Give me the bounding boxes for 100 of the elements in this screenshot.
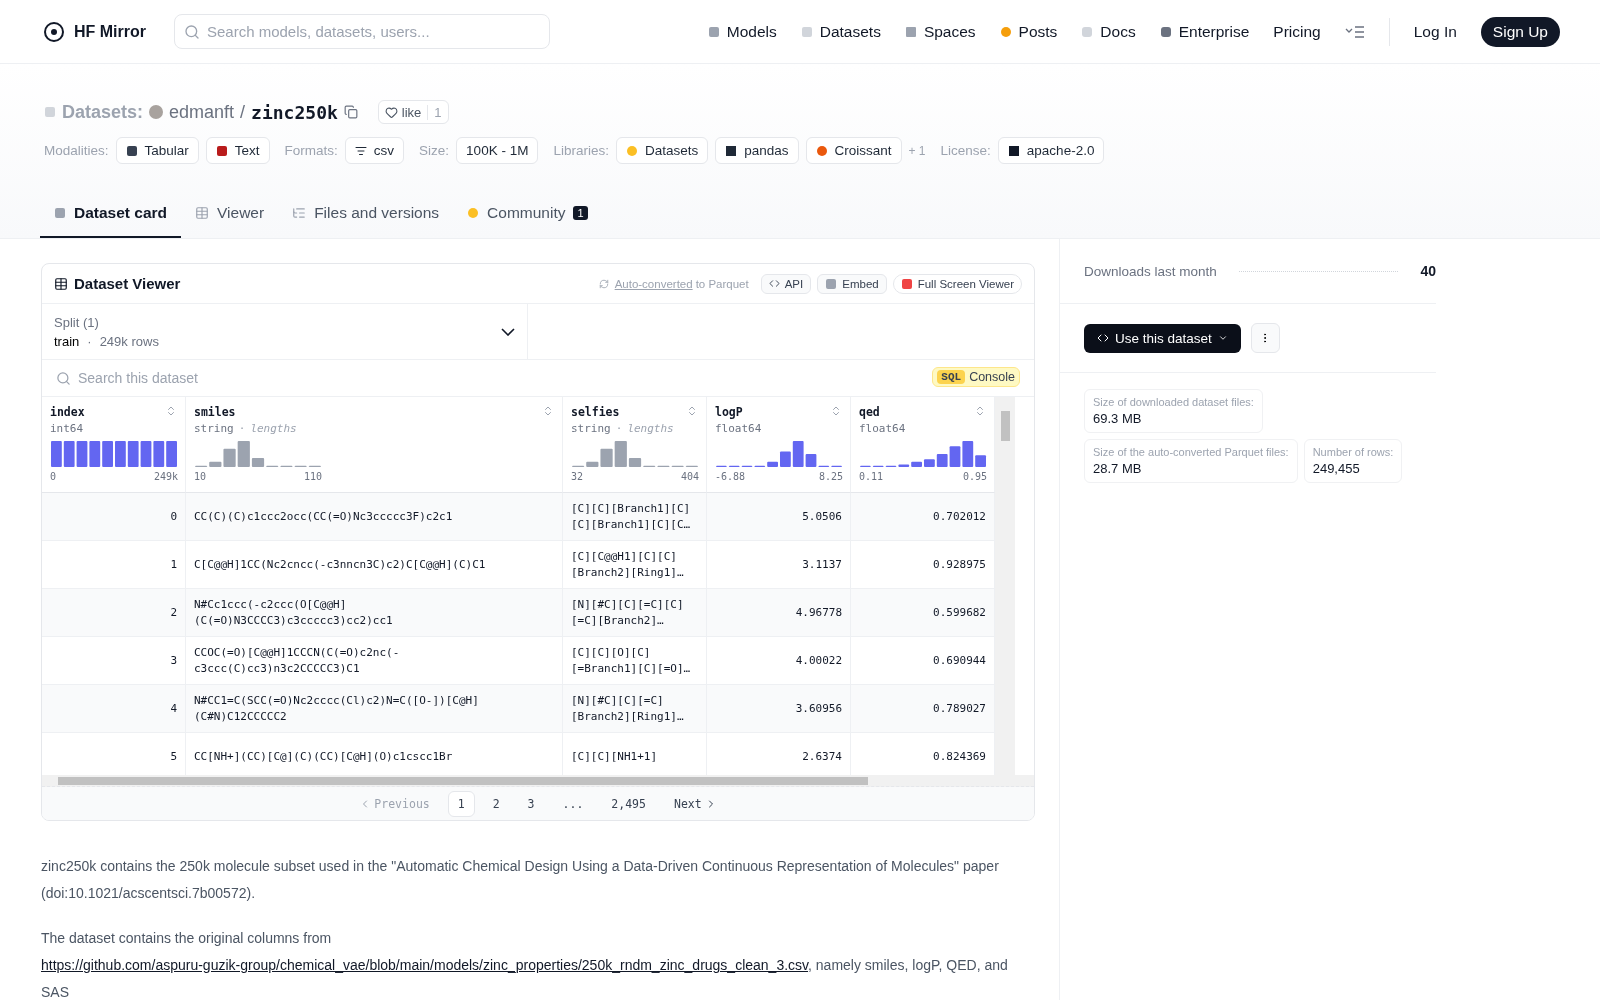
search-icon xyxy=(56,371,71,386)
range-label: 404 xyxy=(680,471,699,482)
range-label: 0 xyxy=(50,471,57,482)
column-name: logP xyxy=(715,405,743,419)
nav-link[interactable]: Pricing xyxy=(1273,22,1321,41)
column-type: float64 xyxy=(859,422,906,435)
tag[interactable]: csv xyxy=(344,137,405,164)
split-value: train xyxy=(54,333,80,349)
table-cell: 3.60956 xyxy=(707,685,851,733)
range-label: 32 xyxy=(571,471,584,482)
table-cell: [C][C][Branch1][C] [C][Branch1][C][C… xyxy=(563,493,707,541)
search-field[interactable]: Search models, datasets, users... xyxy=(174,14,550,49)
page-link[interactable]: ... xyxy=(552,790,594,817)
range-label: 0.11 xyxy=(859,471,884,482)
sort-icon[interactable] xyxy=(830,405,842,417)
nav-link[interactable]: Enterprise xyxy=(1159,22,1250,41)
column-type: float64 xyxy=(715,422,762,435)
tag-label: Libraries: xyxy=(553,143,609,158)
tag[interactable]: apache-2.0 xyxy=(997,137,1105,164)
like-button[interactable]: like 1 xyxy=(377,100,449,124)
tab[interactable]: Community 1 xyxy=(453,194,602,238)
tag[interactable]: Croissant xyxy=(805,137,902,164)
avatar-icon xyxy=(149,105,164,119)
tab[interactable]: Dataset card xyxy=(40,194,182,238)
table-cell: 5.0506 xyxy=(707,493,851,541)
split-rows: 249k rows xyxy=(99,333,159,349)
column-type: string xyxy=(194,422,234,435)
range-label: -6.88 xyxy=(715,471,746,482)
downloads-label: Downloads last month xyxy=(1084,263,1217,279)
column-type: int64 xyxy=(50,422,84,435)
table-cell: CC(C)(C)c1ccc2occ(CC(=O)Nc3ccccc3F)c2c1 xyxy=(186,493,563,541)
table-cell: 3.1137 xyxy=(707,541,851,589)
separator-dot: · xyxy=(238,422,246,435)
sort-icon[interactable] xyxy=(686,405,698,417)
table-cell: [C][C][O][C] [=Branch1][C][=O]… xyxy=(563,637,707,685)
range-label: 0.95 xyxy=(962,471,987,482)
column-name: smiles xyxy=(194,405,236,419)
range-label: 10 xyxy=(194,471,207,482)
column-header[interactable]: index int64 0 249k xyxy=(42,397,186,493)
nav-link[interactable]: Models xyxy=(707,22,777,41)
use-dataset-button[interactable]: Use this dataset xyxy=(1084,323,1241,353)
tag[interactable]: Text xyxy=(205,137,270,164)
tag[interactable]: pandas xyxy=(715,137,799,164)
stat-value: 69.3 MB xyxy=(1093,411,1143,426)
table-cell: 4.00022 xyxy=(707,637,851,685)
copy-icon[interactable] xyxy=(343,105,358,119)
csv-link[interactable]: https://github.com/aspuru-guzik-group/chemical_vae/blob/main/models/zinc_properties/250k_rndm_zinc_drugs_clean_3.csv xyxy=(41,957,809,973)
table-cell: 3 xyxy=(42,637,186,685)
range-label: 110 xyxy=(303,471,322,482)
table-cell: 0 xyxy=(42,493,186,541)
table-cell: 1 xyxy=(42,541,186,589)
table-cell: C[C@@H]1CC(Nc2cncc(-c3nncn3C)c2)C[C@@H](C)C1 xyxy=(186,541,563,589)
tab[interactable]: Viewer xyxy=(181,194,279,238)
sort-icon[interactable] xyxy=(542,405,554,417)
tag-label: Modalities: xyxy=(44,143,109,158)
code-icon xyxy=(768,278,780,289)
column-note: lengths xyxy=(250,422,297,435)
tag[interactable]: 100K - 1M xyxy=(456,137,539,164)
menu-icon[interactable] xyxy=(1344,24,1365,39)
stat-label: Size of the auto-converted Parquet files: xyxy=(1093,446,1289,458)
table-cell: [C][C@@H1][C][C] [Branch2][Ring1]… xyxy=(563,541,707,589)
nav-link[interactable]: Docs xyxy=(1081,22,1136,41)
chevron-icon xyxy=(1217,333,1228,343)
page-link[interactable]: 1 xyxy=(447,790,475,817)
page-link[interactable]: 2,495 xyxy=(601,790,656,817)
signup-button[interactable]: Sign Up xyxy=(1480,16,1560,47)
tab[interactable]: Files and versions xyxy=(278,194,454,238)
tag[interactable]: Datasets xyxy=(615,137,709,164)
separator-dot: · xyxy=(87,333,92,349)
owner-link[interactable]: edmanft xyxy=(169,101,235,123)
refresh-icon xyxy=(598,278,609,289)
logo-text[interactable]: HF Mirror xyxy=(74,22,146,41)
nav-link[interactable]: Datasets xyxy=(800,22,881,41)
login-link[interactable]: Log In xyxy=(1413,22,1457,41)
heart-icon xyxy=(384,105,398,119)
dataset-name[interactable]: zinc250k xyxy=(251,101,338,123)
table-cell: 0.690944 xyxy=(851,637,995,685)
stat-label: Size of downloaded dataset files: xyxy=(1093,396,1254,408)
viewer-button[interactable]: Embed xyxy=(817,273,887,294)
search-icon xyxy=(184,24,200,40)
stat-value: 28.7 MB xyxy=(1093,461,1143,476)
description-paragraph: The dataset contains the original columns from https://github.com/aspuru-guzik-group/chemical_vae/blob/main/models/zinc_properties/250k_rndm_zinc_drugs_clean_3.csv, namely smiles, logP, QED, and SAS xyxy=(41,929,1009,1000)
tag[interactable]: Tabular xyxy=(115,137,199,164)
page-link[interactable]: 3 xyxy=(517,790,545,817)
nav-link[interactable]: Spaces xyxy=(904,22,976,41)
nav-link[interactable]: Posts xyxy=(999,22,1058,41)
table-cell: 0.702012 xyxy=(851,493,995,541)
page-link[interactable]: 2 xyxy=(482,790,510,817)
next-link[interactable]: Next xyxy=(663,790,727,817)
split-label: Split (1) xyxy=(54,314,100,330)
sort-icon[interactable] xyxy=(165,405,177,417)
separator-dot: · xyxy=(615,422,623,435)
list-icon xyxy=(354,144,367,157)
viewer-button[interactable]: API xyxy=(760,273,812,294)
table-cell: 4 xyxy=(42,685,186,733)
table-cell: CCOC(=O)[C@@H]1CCCN(C(=O)c2nc(- c3ccc(C)cc3)n3c2CCCCC3)C1 xyxy=(186,637,563,685)
viewer-button[interactable]: Full Screen Viewer xyxy=(892,273,1022,294)
table-cell: N#CC1=C(SCC(=O)Nc2cccc(Cl)c2)N=C([O-])[C@H] (C#N)C12CCCCC2 xyxy=(186,685,563,733)
sort-icon[interactable] xyxy=(974,405,986,417)
sql-console-button[interactable]: SQL Console xyxy=(932,367,1020,387)
